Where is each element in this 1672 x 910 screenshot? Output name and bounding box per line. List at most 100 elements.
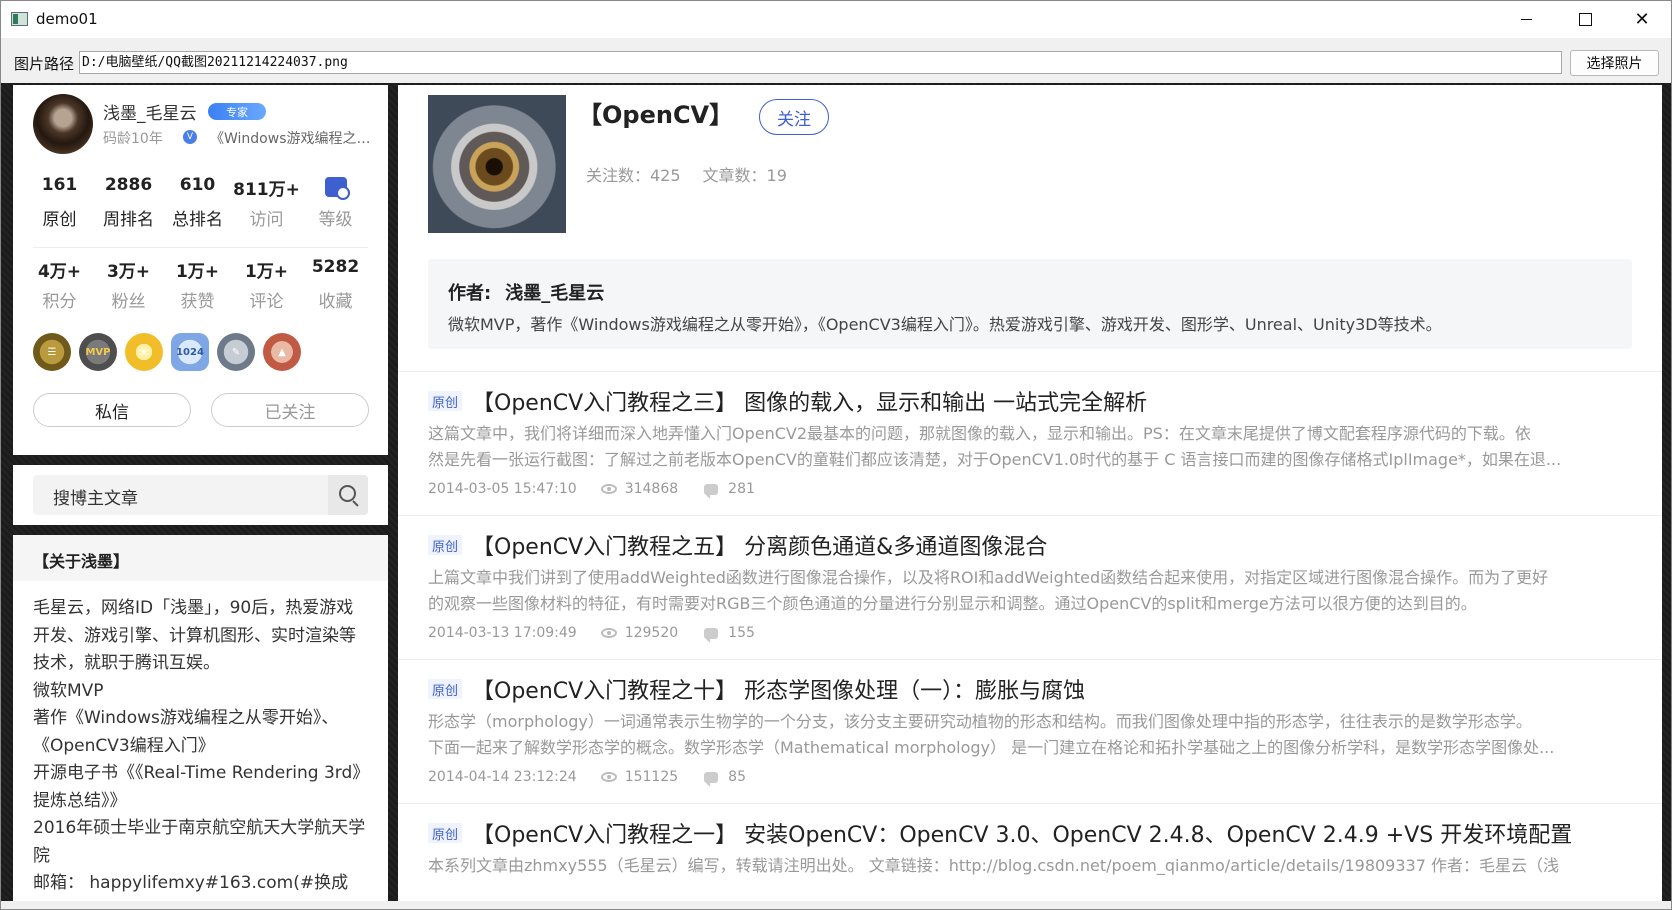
- view-count: 314868: [624, 481, 679, 497]
- eye-icon: [600, 772, 617, 782]
- article-item[interactable]: 原创 【OpenCV入门教程之十】 形态学图像处理（一）：膨胀与腐蚀 形态学（m…: [428, 673, 1632, 793]
- about-line: 2016年硕士毕业于南京航空航天大学航天学院: [33, 818, 366, 866]
- article-item[interactable]: 原创 【OpenCV入门教程之三】 图像的载入，显示和输出 一站式完全解析 这篇…: [428, 385, 1632, 505]
- about-card: 【关于浅墨】 毛星云，网络ID「浅墨」，90后，热爱游戏开发、游戏引擎、计算机图…: [13, 535, 388, 901]
- article-item[interactable]: 原创 【OpenCV入门教程之五】 分离颜色通道&多通道图像混合 上篇文章中我们…: [428, 529, 1632, 649]
- stat-label: 原创: [42, 210, 77, 230]
- verified-icon: V: [183, 130, 197, 144]
- stat-label: 粉丝: [111, 292, 146, 312]
- author-name[interactable]: 浅墨_毛星云: [505, 283, 604, 304]
- article-summary: 形态学（morphology）一词通常表示生物学的一个分支，该分支主要研究动植物…: [428, 709, 1632, 761]
- profile-book: 《Windows游戏编程之从零开始》: [210, 131, 380, 147]
- summary-line: 形态学（morphology）一词通常表示生物学的一个分支，该分支主要研究动植物…: [428, 712, 1532, 731]
- article-title[interactable]: 【OpenCV入门教程之三】 图像的载入，显示和输出 一站式完全解析: [472, 385, 1147, 417]
- stat-label: 收藏: [318, 292, 353, 312]
- article-title[interactable]: 【OpenCV入门教程之五】 分离颜色通道&多通道图像混合: [472, 529, 1047, 561]
- summary-line: 本系列文章由zhmxy555（毛星云）编写，转载请注明出处。 文章链接：http…: [428, 856, 1559, 875]
- stat-value: 4万+: [37, 262, 82, 282]
- about-line: 邮箱： happylifemxy#163.com(#换成@): [33, 873, 349, 901]
- comment-count: 155: [728, 625, 755, 641]
- article-summary: 这篇文章中，我们将详细而深入地弄懂入门OpenCV2最基本的问题，那就图像的载入…: [428, 421, 1632, 473]
- mvp-medal-icon[interactable]: MVP: [79, 333, 117, 371]
- follow-button[interactable]: 关注: [759, 99, 829, 135]
- close-button[interactable]: ✕: [1613, 1, 1671, 38]
- title-bar: demo01 ✕: [1, 1, 1671, 38]
- article-item[interactable]: 原创 【OpenCV入门教程之一】 安装OpenCV：OpenCV 3.0、Op…: [428, 817, 1632, 901]
- maximize-button[interactable]: [1556, 1, 1614, 38]
- followers-count: 关注数：425: [586, 166, 681, 185]
- stat-value: [301, 175, 370, 200]
- stat-likes: 1万+ 获赞: [163, 257, 232, 312]
- search-input[interactable]: 搜博主文章: [53, 484, 138, 509]
- stat-fans[interactable]: 3万+ 粉丝: [94, 257, 163, 312]
- minimize-button[interactable]: [1497, 1, 1555, 38]
- stat-value: 161: [41, 175, 78, 195]
- pen-medal-icon[interactable]: ✎: [217, 333, 255, 371]
- rocket-medal-icon[interactable]: ▲: [263, 333, 301, 371]
- comment-icon: [704, 627, 719, 643]
- divider: [398, 803, 1662, 804]
- stat-label: 获赞: [180, 292, 215, 312]
- author-box: 作者: 浅墨_毛星云 微软MVP，著作《Windows游戏编程之从零开始》，《Op…: [428, 259, 1632, 349]
- stat-level[interactable]: 等级: [301, 175, 370, 230]
- stat-value: 2886: [104, 175, 153, 195]
- summary-line: 上篇文章中我们讲到了使用addWeighted函数进行图像混合操作，以及将ROI…: [428, 568, 1549, 587]
- window-title: demo01: [36, 10, 98, 28]
- 1024-medal-text: 1024: [176, 346, 204, 358]
- 1024-medal-icon[interactable]: 1024: [171, 333, 209, 371]
- profile-actions: 私信 已关注: [33, 393, 369, 427]
- search-icon[interactable]: [328, 475, 368, 515]
- stat-total-rank[interactable]: 610 总排名: [163, 175, 232, 230]
- app-icon: [11, 12, 28, 26]
- article-date: 2014-03-05 15:47:10: [428, 481, 577, 497]
- stat-label: 评论: [249, 292, 284, 312]
- eye-icon: [600, 628, 617, 638]
- article-date: 2014-03-13 17:09:49: [428, 625, 577, 641]
- stats-row-2: 4万+ 积分 3万+ 粉丝 1万+ 获赞 1万+ 评论 5282 收藏: [25, 257, 370, 312]
- avatar[interactable]: [33, 94, 93, 154]
- path-bar: 图片路径 D:/电脑壁纸/QQ截图20211214224037.png 选择照片: [1, 39, 1671, 83]
- divider: [398, 515, 1662, 516]
- list-medal-icon[interactable]: ☰: [33, 333, 71, 371]
- profile-card: 浅墨_毛星云 专家 码龄10年 V 《Windows游戏编程之从零开始》 161…: [13, 85, 388, 455]
- article-title[interactable]: 【OpenCV入门教程之十】 形态学图像处理（一）：膨胀与腐蚀: [472, 673, 1085, 705]
- original-tag: 原创: [428, 535, 462, 555]
- stat-label: 总排名: [172, 210, 223, 230]
- comment-icon: [704, 771, 719, 787]
- view-count: 129520: [624, 625, 679, 641]
- original-tag: 原创: [428, 391, 462, 411]
- article-date: 2014-04-14 23:12:24: [428, 769, 577, 785]
- article-title[interactable]: 【OpenCV入门教程之一】 安装OpenCV：OpenCV 3.0、OpenC…: [472, 817, 1572, 849]
- profile-name[interactable]: 浅墨_毛星云: [103, 99, 197, 124]
- column-cover-image: [428, 95, 566, 233]
- article-meta: 2014-04-14 23:12:24 151125 85: [428, 769, 746, 787]
- stat-value: 1万+: [175, 262, 220, 282]
- choose-photo-button[interactable]: 选择照片: [1570, 50, 1659, 76]
- summary-line: 下面一起来了解数学形态学的概念。数学形态学（Mathematical morph…: [428, 738, 1555, 757]
- original-tag: 原创: [428, 823, 462, 843]
- followed-button[interactable]: 已关注: [211, 393, 369, 427]
- author-label: 作者:: [448, 283, 492, 304]
- column-panel: 【OpenCV】 关注 关注数：425 文章数：19 作者: 浅墨_毛星云 微软M…: [398, 85, 1662, 901]
- article-summary: 本系列文章由zhmxy555（毛星云）编写，转载请注明出处。 文章链接：http…: [428, 853, 1632, 901]
- view-count: 151125: [624, 769, 679, 785]
- stat-original[interactable]: 161 原创: [25, 175, 94, 230]
- path-input[interactable]: D:/电脑壁纸/QQ截图20211214224037.png: [79, 51, 1562, 74]
- comment-icon: [704, 483, 719, 499]
- expert-badge: 专家: [208, 103, 266, 120]
- stat-value: 3万+: [106, 262, 151, 282]
- stat-value: 5282: [311, 257, 360, 277]
- stats-row-1: 161 原创 2886 周排名 610 总排名 811万+ 访问 等级: [25, 175, 370, 230]
- article-meta: 2014-03-05 15:47:10 314868 281: [428, 481, 755, 499]
- search-box: 搜博主文章: [33, 475, 368, 515]
- stat-label: 访问: [249, 210, 284, 230]
- level-icon: [324, 177, 350, 200]
- stat-value: 610: [179, 175, 216, 195]
- articles-count: 文章数：19: [702, 166, 787, 185]
- column-stats: 关注数：425 文章数：19: [586, 162, 787, 186]
- stat-week-rank[interactable]: 2886 周排名: [94, 175, 163, 230]
- stat-value: 1万+: [244, 262, 289, 282]
- window-bottom-edge: [1, 901, 1671, 909]
- star-medal-icon[interactable]: ★: [125, 333, 163, 371]
- message-button[interactable]: 私信: [33, 393, 191, 427]
